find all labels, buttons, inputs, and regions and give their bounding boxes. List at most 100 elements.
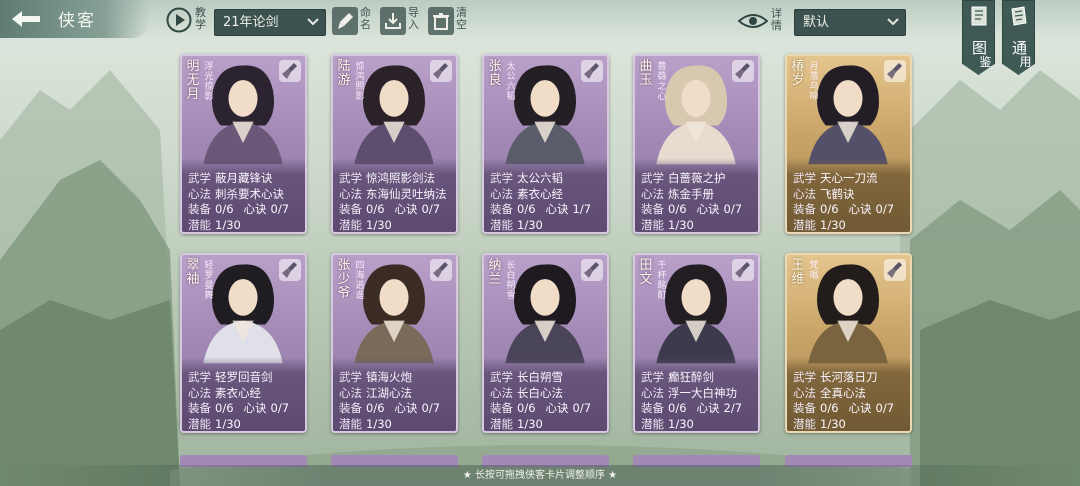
hero-potential: 1/30 bbox=[820, 416, 846, 431]
hero-potential: 1/30 bbox=[517, 217, 543, 232]
mind-label: 心法 bbox=[490, 186, 513, 201]
hero-card[interactable]: 明无月 浮光掠影 武学 蔽月藏锋诀 心法 刺杀要术心诀 装备 0/6 心诀 0/7 潜能 1… bbox=[180, 54, 307, 234]
broom-icon bbox=[282, 63, 297, 79]
unequip-button[interactable] bbox=[732, 60, 754, 82]
scroll-icon bbox=[1011, 6, 1027, 26]
hero-mind-row: 心法 长白心法 bbox=[490, 386, 607, 402]
potential-label: 潜能 bbox=[490, 217, 513, 232]
hero-martial: 太公六韬 bbox=[517, 171, 563, 185]
details-button[interactable]: 详 情 bbox=[738, 5, 788, 37]
martial-label: 武学 bbox=[339, 171, 362, 185]
tutorial-button[interactable]: 教 学 bbox=[166, 5, 210, 35]
unequip-button[interactable] bbox=[581, 60, 603, 82]
hero-card[interactable]: 王维 梵唱 武学 长河落日刀 心法 全真心法 装备 0/6 心诀 0/7 潜能 1/30 bbox=[785, 253, 912, 433]
hero-equip-row: 装备 0/6 心诀 0/7 bbox=[641, 202, 758, 218]
hero-equip: 0/6 bbox=[820, 401, 839, 415]
martial-label: 武学 bbox=[490, 370, 513, 384]
sort-select[interactable]: 默认 bbox=[794, 9, 906, 36]
equip-label: 装备 bbox=[641, 202, 664, 216]
potential-label: 潜能 bbox=[339, 416, 362, 431]
hero-card[interactable]: 椿岁 月落乌啼 武学 天心一刀流 心法 飞鹤诀 装备 0/6 心诀 0/7 潜能 1/30 bbox=[785, 54, 912, 234]
broom-icon bbox=[887, 63, 902, 79]
hero-potential-row: 潜能 1/30 bbox=[188, 417, 305, 432]
hero-potential: 1/30 bbox=[668, 217, 694, 232]
unequip-button[interactable] bbox=[884, 60, 906, 82]
import-button[interactable]: 导 入 bbox=[380, 5, 424, 37]
common-tab[interactable]: 通 用 bbox=[1002, 0, 1035, 75]
hero-potential-row: 潜能 1/30 bbox=[490, 417, 607, 432]
secret-label: 心诀 bbox=[545, 202, 569, 216]
hero-card[interactable]: 翠袖 轻罗曼舞 武学 轻罗回音剑 心法 素衣心经 装备 0/6 心诀 0/7 潜能 1/30 bbox=[180, 253, 307, 433]
hero-mind: 全真心法 bbox=[820, 385, 866, 400]
hero-card[interactable]: 张良 太公六韬 武学 太公六韬 心法 素衣心经 装备 0/6 心诀 1/7 潜能 1/30 bbox=[482, 54, 609, 234]
martial-label: 武学 bbox=[641, 171, 664, 185]
hero-card[interactable]: 纳兰 长白朔雪 武学 长白朔雪 心法 长白心法 装备 0/6 心诀 0/7 潜能 1/30 bbox=[482, 253, 609, 433]
hero-secret: 0/7 bbox=[875, 202, 895, 216]
hero-card[interactable]: 陆游 惊鸿照影 武学 惊鸿照影剑法 心法 东海仙灵吐纳法 装备 0/6 心诀 0/7 潜能… bbox=[331, 54, 458, 234]
unequip-button[interactable] bbox=[430, 60, 452, 82]
details-label-2: 情 bbox=[771, 19, 782, 32]
hero-name: 王维 bbox=[791, 258, 805, 287]
hero-potential: 1/30 bbox=[215, 217, 241, 232]
hero-martial: 白蔷薇之护 bbox=[668, 171, 726, 185]
common-label-2: 用 bbox=[1019, 55, 1032, 69]
broom-icon bbox=[584, 63, 599, 79]
hero-equip: 0/6 bbox=[215, 202, 234, 216]
hero-martial-row: 武学 蔽月藏锋诀 bbox=[188, 171, 305, 187]
hero-mind-row: 心法 浮一大白神功 bbox=[641, 386, 758, 402]
hero-equip: 0/6 bbox=[215, 401, 234, 415]
hero-info: 武学 癫狂醉剑 心法 浮一大白神功 装备 0/6 心诀 2/7 潜能 1/30 bbox=[635, 357, 758, 431]
unequip-button[interactable] bbox=[279, 60, 301, 82]
hero-mind-row: 心法 飞鹤诀 bbox=[793, 187, 910, 203]
hero-title: 千杯酩酊 bbox=[657, 261, 667, 301]
hero-title: 长白朔雪 bbox=[506, 261, 516, 301]
page-title: 侠客 bbox=[58, 11, 96, 31]
hero-card[interactable]: 田文 千杯酩酊 武学 癫狂醉剑 心法 浮一大白神功 装备 0/6 心诀 2/7 潜能 1/3… bbox=[633, 253, 760, 433]
hero-name: 曲玉 bbox=[639, 59, 653, 88]
equip-label: 装备 bbox=[339, 401, 362, 415]
rename-button[interactable]: 命 名 bbox=[332, 5, 376, 37]
hero-martial-row: 武学 长河落日刀 bbox=[793, 370, 910, 386]
hero-potential-row: 潜能 1/30 bbox=[641, 417, 758, 432]
back-button[interactable]: 侠客 bbox=[0, 0, 150, 38]
hero-secret: 0/7 bbox=[270, 202, 290, 216]
unequip-button[interactable] bbox=[581, 259, 603, 281]
hero-info: 武学 太公六韬 心法 素衣心经 装备 0/6 心诀 1/7 潜能 1/30 bbox=[484, 158, 607, 232]
hero-mind-row: 心法 东海仙灵吐纳法 bbox=[339, 187, 456, 203]
secret-label: 心诀 bbox=[394, 401, 418, 415]
season-select[interactable]: 21年论剑 bbox=[214, 9, 326, 36]
hero-title: 梵唱 bbox=[809, 261, 819, 281]
hero-martial-row: 武学 长白朔雪 bbox=[490, 370, 607, 386]
unequip-button[interactable] bbox=[732, 259, 754, 281]
unequip-button[interactable] bbox=[279, 259, 301, 281]
unequip-button[interactable] bbox=[430, 259, 452, 281]
hero-martial: 蔽月藏锋诀 bbox=[215, 171, 273, 185]
clear-button[interactable]: 清 空 bbox=[428, 5, 472, 37]
martial-label: 武学 bbox=[793, 370, 816, 384]
secret-label: 心诀 bbox=[243, 401, 267, 415]
mind-label: 心法 bbox=[641, 385, 664, 400]
hero-equip-row: 装备 0/6 心诀 0/7 bbox=[793, 401, 910, 417]
hero-equip: 0/6 bbox=[517, 401, 536, 415]
hero-title: 轻罗曼舞 bbox=[204, 261, 214, 301]
hero-secret: 0/7 bbox=[270, 401, 290, 415]
hero-card[interactable]: 张少爷 四海逍遥 武学 镇海火炮 心法 江湖心法 装备 0/6 心诀 0/7 潜能 1/30 bbox=[331, 253, 458, 433]
mind-label: 心法 bbox=[490, 385, 513, 400]
hero-info: 武学 长河落日刀 心法 全真心法 装备 0/6 心诀 0/7 潜能 1/30 bbox=[787, 357, 910, 431]
hero-secret: 1/7 bbox=[572, 202, 592, 216]
codex-tab[interactable]: 图 鉴 bbox=[962, 0, 995, 75]
hero-title: 太公六韬 bbox=[506, 62, 516, 102]
unequip-button[interactable] bbox=[884, 259, 906, 281]
hero-equip: 0/6 bbox=[820, 202, 839, 216]
hero-info: 武学 白蔷薇之护 心法 炼金手册 装备 0/6 心诀 0/7 潜能 1/30 bbox=[635, 158, 758, 232]
hero-card[interactable]: 曲玉 蔷薇之心 武学 白蔷薇之护 心法 炼金手册 装备 0/6 心诀 0/7 潜能 1/30 bbox=[633, 54, 760, 234]
hero-martial: 长白朔雪 bbox=[517, 370, 563, 384]
hero-potential: 1/30 bbox=[366, 217, 392, 232]
mind-label: 心法 bbox=[188, 186, 211, 201]
hero-martial-row: 武学 白蔷薇之护 bbox=[641, 171, 758, 187]
hero-martial: 癫狂醉剑 bbox=[668, 370, 714, 384]
hero-info: 武学 惊鸿照影剑法 心法 东海仙灵吐纳法 装备 0/6 心诀 0/7 潜能 1/30 bbox=[333, 158, 456, 232]
hero-mind-row: 心法 素衣心经 bbox=[490, 187, 607, 203]
hero-potential-row: 潜能 1/30 bbox=[641, 217, 758, 233]
equip-label: 装备 bbox=[188, 401, 211, 415]
